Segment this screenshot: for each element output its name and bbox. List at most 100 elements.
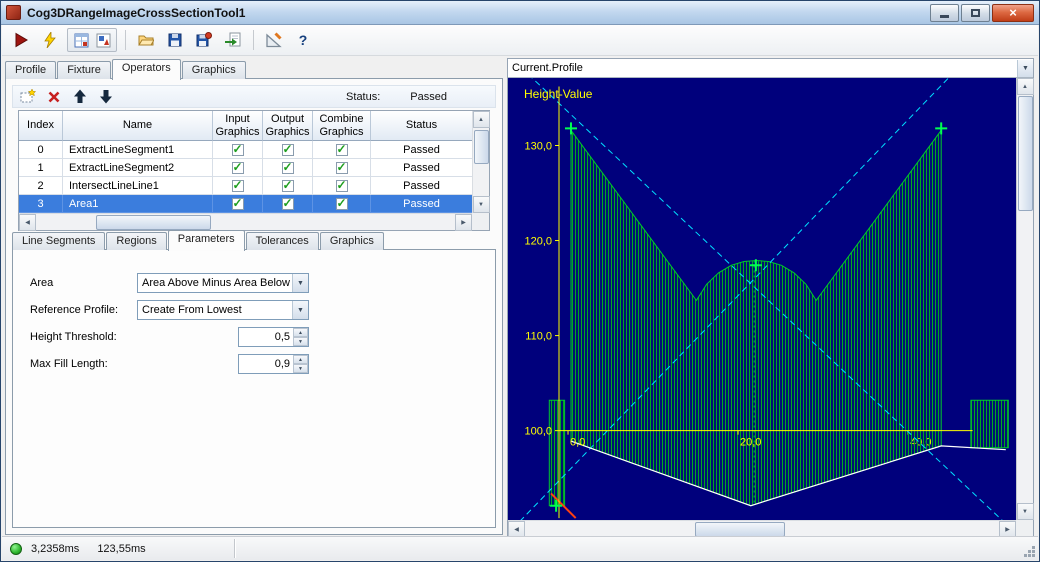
setup-button[interactable] [262, 28, 286, 52]
cell-input-graphics [213, 159, 263, 177]
column-header-index[interactable]: Index [19, 111, 63, 141]
column-header-input-graphics[interactable]: Input Graphics [213, 111, 263, 141]
operator-row[interactable]: 2 IntersectLineLine1 Passed [19, 177, 472, 195]
input-graphics-checkbox[interactable] [231, 196, 244, 210]
input-graphics-checkbox[interactable] [231, 160, 244, 174]
tab-graphics-sub[interactable]: Graphics [319, 232, 384, 250]
output-graphics-checkbox[interactable] [281, 178, 294, 192]
operator-row[interactable]: 0 ExtractLineSegment1 Passed [19, 141, 472, 159]
spin-up-icon[interactable]: ▲ [293, 328, 308, 337]
tab-profile[interactable]: Profile [5, 61, 57, 79]
chevron-down-icon[interactable]: ▼ [292, 274, 308, 292]
chevron-down-icon[interactable]: ▼ [292, 301, 308, 319]
height-threshold-input: ▲ ▼ [238, 327, 309, 347]
chart-horizontal-scrollbar[interactable]: ◀ ▶ [508, 520, 1016, 538]
operator-row[interactable]: 1 ExtractLineSegment2 Passed [19, 159, 472, 177]
svg-text:Height-Value: Height-Value [524, 87, 593, 101]
output-graphics-checkbox[interactable] [281, 196, 294, 210]
scroll-up-icon[interactable]: ▲ [472, 111, 490, 128]
add-operator-button[interactable] [17, 87, 39, 107]
scroll-down-icon[interactable]: ▼ [472, 196, 490, 213]
grid-horizontal-scrollbar[interactable]: ◀ ▶ [19, 213, 472, 231]
import-button[interactable] [221, 28, 245, 52]
height-threshold-field[interactable] [239, 328, 293, 346]
chevron-down-icon[interactable]: ▼ [1017, 59, 1033, 77]
scroll-right-icon[interactable]: ▶ [999, 520, 1016, 538]
output-graphics-checkbox[interactable] [281, 160, 294, 174]
column-header-name[interactable]: Name [63, 111, 213, 141]
tab-graphics[interactable]: Graphics [181, 61, 246, 79]
cell-status: Passed [371, 159, 472, 177]
cell-output-graphics [263, 177, 313, 195]
spin-up-icon[interactable]: ▲ [293, 355, 308, 364]
column-header-output-graphics[interactable]: Output Graphics [263, 111, 313, 141]
help-button[interactable]: ? [291, 28, 315, 52]
profile-selector[interactable]: Current.Profile ▼ [508, 59, 1033, 78]
reference-profile-select[interactable]: Create From Lowest ▼ [137, 300, 309, 320]
save-button[interactable] [163, 28, 187, 52]
delete-operator-button[interactable] [43, 87, 65, 107]
tab-fixture[interactable]: Fixture [57, 61, 111, 79]
resize-grip[interactable] [1023, 545, 1036, 558]
show-image-button[interactable] [93, 31, 113, 49]
delete-x-icon [48, 91, 60, 102]
scroll-left-icon[interactable]: ◀ [508, 520, 525, 538]
statusbar-separator [234, 539, 235, 558]
scrollbar-thumb[interactable] [695, 521, 785, 537]
spin-down-icon[interactable]: ▼ [293, 364, 308, 373]
close-button[interactable]: × [992, 3, 1034, 22]
combine-graphics-checkbox[interactable] [335, 160, 348, 174]
chart-vertical-scrollbar[interactable]: ▲ ▼ [1016, 78, 1034, 520]
scrollbar-corner [1016, 520, 1033, 537]
scrollbar-thumb[interactable] [1017, 96, 1033, 211]
input-graphics-checkbox[interactable] [231, 178, 244, 192]
combine-graphics-checkbox[interactable] [335, 178, 348, 192]
app-icon [6, 5, 21, 20]
area-select[interactable]: Area Above Minus Area Below ▼ [137, 273, 309, 293]
scrollbar-thumb[interactable] [473, 130, 489, 164]
svg-text:100,0: 100,0 [524, 426, 552, 438]
column-header-status[interactable]: Status [371, 111, 472, 141]
tab-regions[interactable]: Regions [106, 232, 167, 250]
tab-tolerances[interactable]: Tolerances [245, 232, 319, 250]
reference-profile-label: Reference Profile: [30, 304, 119, 316]
status-label: Status: [346, 90, 381, 103]
column-header-combine-graphics[interactable]: Combine Graphics [313, 111, 371, 141]
scroll-up-icon[interactable]: ▲ [1016, 78, 1034, 95]
svg-text:20,0: 20,0 [740, 437, 761, 449]
output-graphics-checkbox[interactable] [281, 142, 294, 156]
cell-status: Passed [371, 141, 472, 159]
show-grid-button[interactable] [71, 31, 91, 49]
move-up-button[interactable] [69, 87, 91, 107]
svg-text:110,0: 110,0 [525, 331, 552, 343]
help-icon: ? [298, 32, 308, 48]
run-button[interactable] [9, 28, 33, 52]
tool-window: Cog3DRangeImageCrossSectionTool1 × ? Pro… [0, 0, 1040, 562]
maximize-button[interactable] [961, 3, 990, 22]
save-record-button[interactable] [192, 28, 216, 52]
scroll-right-icon[interactable]: ▶ [455, 213, 472, 231]
spin-down-icon[interactable]: ▼ [293, 337, 308, 346]
open-button[interactable] [134, 28, 158, 52]
minimize-button[interactable] [930, 3, 959, 22]
grid-vertical-scrollbar[interactable]: ▲ ▼ [472, 111, 490, 213]
status-value: Passed [410, 90, 447, 103]
move-down-button[interactable] [95, 87, 117, 107]
display-toggle-group [67, 28, 117, 52]
tab-operators[interactable]: Operators [111, 59, 181, 80]
total-time: 123,55ms [97, 542, 146, 555]
run-once-button[interactable] [38, 28, 62, 52]
tab-line-segments[interactable]: Line Segments [12, 232, 106, 250]
scroll-down-icon[interactable]: ▼ [1016, 503, 1034, 520]
grid-header: Index Name Input Graphics Output Graphics … [19, 111, 472, 141]
combine-graphics-checkbox[interactable] [335, 142, 348, 156]
titlebar[interactable]: Cog3DRangeImageCrossSectionTool1 × [1, 1, 1039, 25]
max-fill-length-field[interactable] [239, 355, 293, 373]
tab-parameters[interactable]: Parameters [167, 230, 245, 251]
input-graphics-checkbox[interactable] [231, 142, 244, 156]
scrollbar-thumb[interactable] [96, 214, 211, 230]
profile-display-panel: Current.Profile ▼ 40,00,020,0130,0120,01… [507, 58, 1034, 538]
combine-graphics-checkbox[interactable] [335, 196, 348, 210]
scroll-left-icon[interactable]: ◀ [19, 213, 36, 231]
operator-row[interactable]: 3 Area1 Passed [19, 195, 472, 213]
